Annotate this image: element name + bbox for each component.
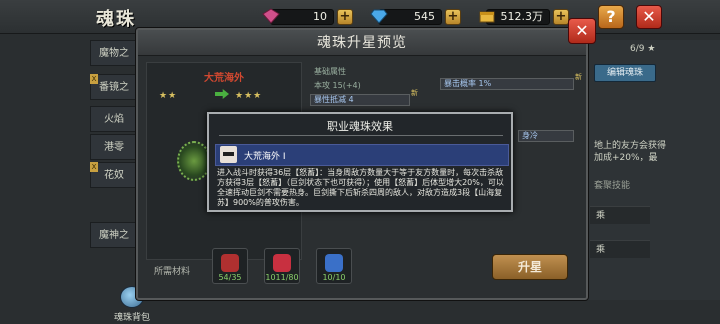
potion-jar-icon bbox=[325, 254, 343, 272]
sidebar-item-5[interactable]: X 花奴 bbox=[90, 162, 138, 188]
attr-box-extra: 身冷 bbox=[518, 130, 574, 142]
sidebar: 魔物之 X 番镜之 火焰 港零 X 花奴 魔神之 bbox=[90, 40, 140, 280]
skill-row: 大荒海外 I bbox=[215, 144, 509, 166]
page-title: 魂珠 bbox=[96, 9, 136, 30]
pink-gem-icon bbox=[262, 8, 280, 24]
next-stars: ★★★ bbox=[235, 91, 263, 101]
new-flag: 新 bbox=[411, 89, 418, 97]
upgrade-star-button[interactable]: 升星 bbox=[492, 254, 568, 280]
sidebar-item-3[interactable]: 火焰 bbox=[90, 106, 138, 132]
attr-box-resist: 暴性抵减 4 新 bbox=[310, 89, 418, 106]
resource-gold: 512.3万 + bbox=[479, 7, 569, 27]
resource-gems: 10 + bbox=[262, 7, 353, 27]
help-button[interactable]: ? bbox=[598, 5, 624, 29]
material-slot[interactable]: 54/35 bbox=[212, 248, 248, 284]
current-stars: ★★ bbox=[159, 91, 178, 101]
flag-icon: X bbox=[90, 74, 98, 84]
class-bead-effect-modal: 职业魂珠效果 大荒海外 I 进入战斗时获得36层【怒蓄】：当身周敌方数量大于等于… bbox=[207, 112, 513, 212]
red-fragment-icon bbox=[221, 254, 239, 272]
add-gold-button[interactable]: + bbox=[553, 9, 569, 25]
edit-bead-button[interactable]: 编辑魂珠 bbox=[594, 64, 656, 82]
dialog-title: 魂珠升星预览 bbox=[138, 30, 586, 56]
materials-label: 所需材料 bbox=[154, 267, 191, 277]
sidebar-item-4[interactable]: 港零 bbox=[90, 134, 138, 160]
add-gem-button[interactable]: + bbox=[337, 9, 353, 25]
right-panel-row[interactable]: 乘 bbox=[590, 240, 650, 258]
soul-bead-icon bbox=[177, 141, 211, 181]
skill-description: 进入战斗时获得36层【怒蓄】：当身周敌方数量大于等于友方数量时，每次击杀敌方获得… bbox=[217, 168, 504, 207]
game-screen: 魂珠 10 + 545 + 512.3万 + ? ✕ 魔物之 X 番镜之 火焰 港… bbox=[0, 0, 720, 324]
attr-box-crit: 暴击概率 1% 新 bbox=[440, 73, 582, 90]
new-flag: 新 bbox=[575, 73, 582, 81]
resource-diamonds: 545 + bbox=[370, 7, 461, 27]
close-button[interactable]: ✕ bbox=[636, 5, 662, 29]
dialog-close-button[interactable]: ✕ bbox=[568, 18, 596, 44]
gold-chest-icon bbox=[479, 11, 495, 23]
sidebar-item-1[interactable]: 魔物之 bbox=[90, 40, 138, 66]
material-slot[interactable]: 1011/80 bbox=[264, 248, 300, 284]
right-panel-text: 地上的友方会获得加成+20%，最 bbox=[594, 141, 667, 163]
modal-title: 职业魂珠效果 bbox=[327, 120, 393, 133]
right-panel-section: 套聚技能 bbox=[594, 181, 631, 191]
flag-icon: X bbox=[90, 162, 98, 172]
skill-name: 大荒海外 I bbox=[244, 152, 286, 162]
sidebar-item-2[interactable]: X 番镜之 bbox=[90, 74, 138, 100]
add-diamond-button[interactable]: + bbox=[445, 9, 461, 25]
bead-name: 大荒海外 bbox=[204, 73, 244, 84]
divider bbox=[219, 135, 503, 136]
arrow-right-icon bbox=[215, 89, 229, 99]
red-crystal-icon bbox=[273, 254, 291, 272]
bead-count: 6/9 ★ bbox=[630, 44, 656, 54]
right-panel-row[interactable]: 乘 bbox=[590, 206, 650, 224]
sidebar-item-6[interactable]: 魔神之 bbox=[90, 222, 138, 248]
base-attr-label: 基础属性 bbox=[314, 67, 346, 76]
hero-avatar-icon bbox=[220, 146, 237, 163]
material-slot[interactable]: 10/10 bbox=[316, 248, 352, 284]
base-attr-value: 本攻 15(+4) bbox=[314, 81, 361, 90]
blue-diamond-icon bbox=[370, 9, 388, 24]
